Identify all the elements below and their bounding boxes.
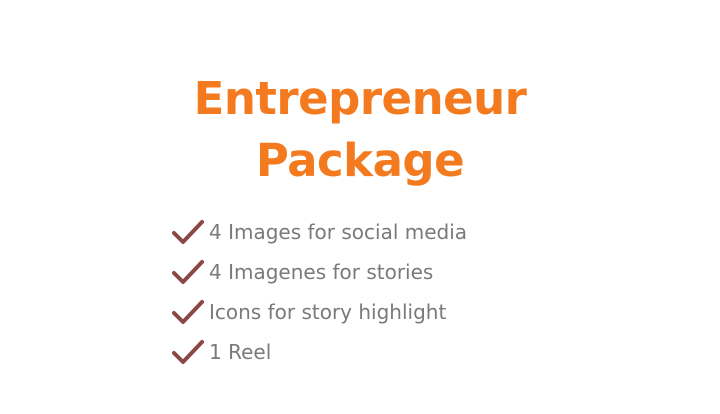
feature-item: 4 Imagenes for stories xyxy=(172,252,467,292)
feature-text: Icons for story highlight xyxy=(209,300,447,324)
package-title-line-2: Package xyxy=(255,134,465,188)
feature-item: 4 Images for social media xyxy=(172,212,467,252)
feature-item: 1 Reel xyxy=(172,332,467,372)
feature-text: 1 Reel xyxy=(209,340,272,364)
package-title-line-1: Entrepreneur xyxy=(193,72,527,126)
checkmark-icon xyxy=(172,339,204,365)
package-title: Entrepreneur Package xyxy=(0,68,720,192)
feature-text: 4 Images for social media xyxy=(209,220,468,244)
checkmark-icon xyxy=(172,299,204,325)
feature-item: Icons for story highlight xyxy=(172,292,467,332)
feature-list: 4 Images for social media 4 Imagenes for… xyxy=(172,212,467,372)
feature-text: 4 Imagenes for stories xyxy=(209,260,434,284)
checkmark-icon xyxy=(172,259,204,285)
checkmark-icon xyxy=(172,219,204,245)
